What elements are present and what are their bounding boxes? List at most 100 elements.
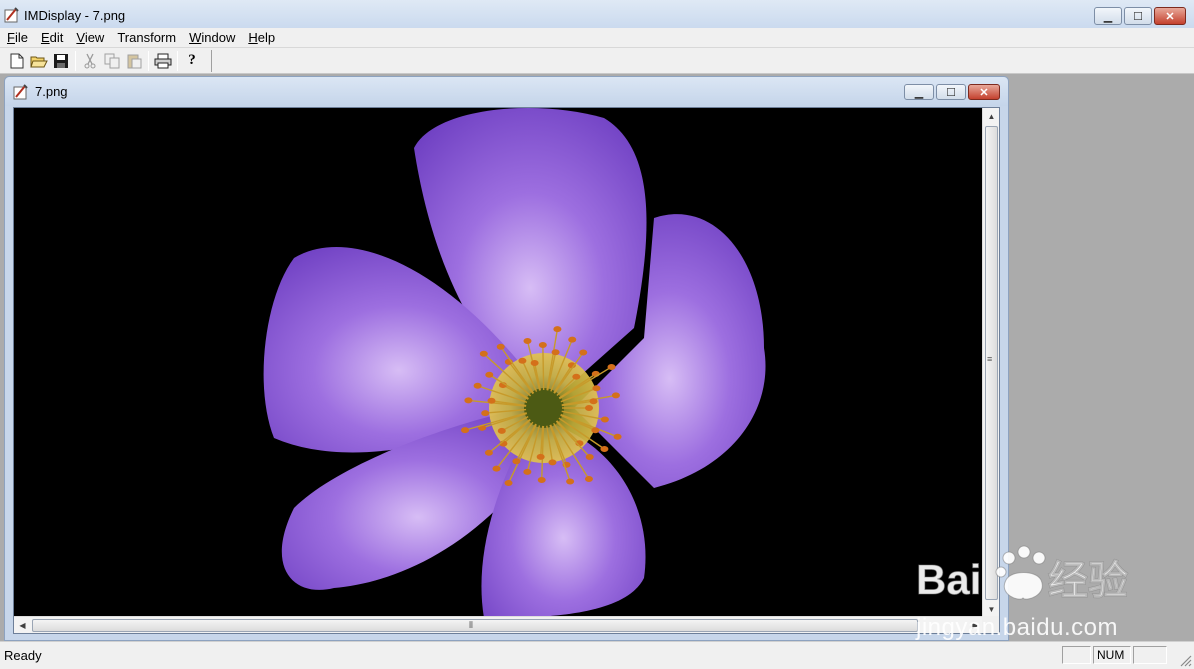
minimize-button[interactable]: ▁ [1094, 7, 1122, 25]
menu-label: iew [84, 30, 105, 45]
doc-maximize-button[interactable]: ☐ [936, 84, 966, 100]
horizontal-scroll-thumb[interactable]: ⦀ [32, 619, 918, 632]
help-icon: ? [188, 52, 196, 68]
menu-bar: File Edit View Transform Window Help [0, 28, 1194, 48]
doc-close-button[interactable]: ✕ [968, 84, 1000, 100]
copy-icon [104, 53, 120, 68]
menu-accel: F [7, 30, 15, 45]
app-title: IMDisplay - 7.png [24, 7, 126, 23]
stamen-anther [461, 427, 470, 434]
menu-view[interactable]: View [69, 30, 110, 45]
maximize-icon: ☐ [946, 86, 956, 99]
stamen-anther [496, 343, 505, 350]
minimize-icon: ▁ [1103, 10, 1113, 23]
menu-accel: H [248, 30, 258, 45]
stamen-anther [611, 392, 620, 399]
new-button[interactable] [6, 50, 28, 72]
menu-file[interactable]: File [0, 30, 34, 45]
menu-accel: V [76, 30, 85, 45]
vertical-thumb-grip: ≡ [987, 354, 993, 364]
print-icon [154, 53, 172, 68]
menu-accel: E [40, 30, 50, 45]
menu-label: elp [257, 30, 276, 45]
stamen-anther [579, 349, 588, 356]
document-window[interactable]: 7.png ▁ ☐ ✕ ▲ ≡ ▼ ◀ ⦀ ▶ [4, 76, 1009, 641]
stamen-anther [537, 476, 546, 483]
status-bar: Ready NUM [0, 641, 1194, 669]
save-button[interactable] [50, 50, 72, 72]
stamen-anther [589, 398, 598, 405]
stamen-anther [613, 433, 622, 440]
stamen-anther [485, 371, 494, 378]
stamen-anther [479, 350, 488, 357]
stamen-anther [600, 445, 609, 452]
stamen-anther [484, 449, 493, 456]
image-canvas[interactable] [14, 108, 984, 618]
menu-help[interactable]: Help [241, 30, 281, 45]
maximize-button[interactable]: ☐ [1124, 7, 1152, 25]
stamen-anther [518, 357, 527, 364]
doc-minimize-button[interactable]: ▁ [904, 84, 934, 100]
image-viewport: ▲ ≡ ▼ ◀ ⦀ ▶ [13, 107, 1000, 634]
close-button[interactable]: ✕ [1154, 7, 1186, 25]
vertical-scrollbar[interactable]: ▲ ≡ ▼ [982, 108, 999, 618]
toolbar-end-divider [211, 50, 212, 72]
menu-transform[interactable]: Transform [110, 30, 182, 45]
new-icon [10, 53, 24, 68]
toolbar: ? [0, 48, 1194, 74]
stamen-anther [568, 336, 577, 343]
stamen-anther [607, 363, 616, 370]
stamen-anther [481, 410, 490, 417]
stamen-anther [551, 349, 560, 356]
menu-label: ile [14, 30, 28, 45]
stamen-anther [536, 453, 545, 460]
save-icon [54, 53, 68, 68]
stamen-anther [585, 405, 593, 411]
close-icon: ✕ [1165, 10, 1175, 23]
stamen-anther [473, 382, 482, 389]
stamen-anther [600, 416, 609, 423]
stamen-anther [548, 459, 557, 466]
stamen-anther [492, 465, 501, 472]
help-button[interactable]: ? [181, 50, 203, 72]
print-button[interactable] [152, 50, 174, 72]
scroll-left-arrow[interactable]: ◀ [14, 617, 31, 634]
stamen-anther [497, 427, 506, 434]
mdi-client: 7.png ▁ ☐ ✕ ▲ ≡ ▼ ◀ ⦀ ▶ Bai 经验 jingyan.b… [0, 74, 1194, 641]
open-button[interactable] [28, 50, 50, 72]
app-titlebar[interactable]: IMDisplay - 7.png ▁ ☐ ✕ [0, 0, 1194, 30]
document-titlebar[interactable]: 7.png ▁ ☐ ✕ [5, 77, 1008, 106]
stamen-anther [572, 373, 581, 380]
copy-button[interactable] [101, 50, 123, 72]
stamen-anther [591, 427, 600, 434]
stamen-anther [487, 397, 496, 404]
close-icon: ✕ [979, 86, 989, 99]
scroll-up-arrow[interactable]: ▲ [983, 108, 1000, 125]
horizontal-thumb-grip: ⦀ [469, 620, 473, 630]
resize-grip-icon[interactable] [1178, 653, 1192, 667]
menu-label: dit [49, 30, 64, 45]
stamen-anther [464, 397, 473, 404]
stamen-anther [538, 342, 547, 349]
stamen-anther [592, 385, 601, 392]
stamen-anther [566, 478, 575, 485]
svg-text:经验: 经验 [1048, 559, 1128, 603]
menu-accel: W [189, 30, 202, 45]
menu-edit[interactable]: Edit [34, 30, 69, 45]
horizontal-scrollbar[interactable]: ◀ ⦀ ▶ [14, 616, 984, 633]
open-icon [30, 56, 48, 67]
cut-button[interactable] [79, 50, 101, 72]
status-pane-caps [1062, 646, 1091, 664]
flower-image [14, 108, 984, 618]
toolbar-separator [177, 50, 178, 71]
stamen-anther [512, 458, 521, 465]
paste-icon [127, 54, 142, 68]
scroll-corner [982, 616, 999, 633]
menu-window[interactable]: Window [182, 30, 241, 45]
paste-button[interactable] [123, 50, 145, 72]
status-pane-num: NUM [1093, 646, 1131, 664]
vertical-scroll-thumb[interactable]: ≡ [985, 126, 998, 600]
cut-icon [84, 53, 96, 68]
stamen-anther [585, 453, 594, 460]
imdisplay-app-icon [4, 7, 20, 23]
